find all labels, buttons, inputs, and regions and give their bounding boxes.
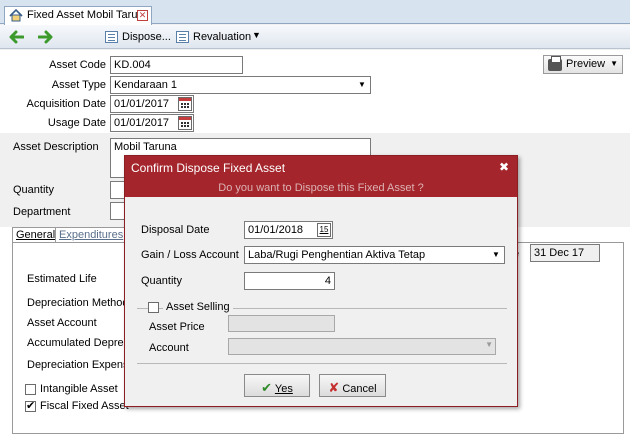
asset-type-label: Asset Type bbox=[51, 79, 106, 91]
dispose-label: Dispose... bbox=[122, 31, 171, 43]
chevron-down-icon[interactable]: ▼ bbox=[610, 59, 618, 68]
cancel-button[interactable]: ✘ Cancel bbox=[319, 374, 386, 397]
fiscal-fixed-asset-label: Fiscal Fixed Asset bbox=[40, 400, 129, 412]
tab-general[interactable]: General bbox=[12, 227, 60, 243]
quantity-input[interactable]: 4 bbox=[244, 272, 335, 290]
preview-label: Preview bbox=[566, 58, 606, 70]
dialog-subtitle: Do you want to Dispose this Fixed Asset … bbox=[125, 181, 517, 197]
account-select[interactable]: ▼ bbox=[228, 338, 496, 355]
asset-code-label: Asset Code bbox=[49, 59, 106, 71]
calendar-icon[interactable]: 15 bbox=[317, 223, 331, 237]
chevron-down-icon[interactable]: ▼ bbox=[354, 77, 370, 93]
forward-arrow-icon[interactable] bbox=[38, 30, 54, 44]
confirm-dispose-dialog: Confirm Dispose Fixed Asset ✖ Do you wan… bbox=[124, 155, 518, 407]
date-value-field[interactable]: 31 Dec 17 bbox=[530, 244, 600, 262]
asset-code-input[interactable]: KD.004 bbox=[110, 56, 243, 74]
preview-button[interactable]: Preview ▼ bbox=[543, 55, 623, 74]
dispose-button[interactable]: Dispose... bbox=[103, 29, 171, 45]
usage-date-input[interactable]: 01/01/2017 bbox=[110, 114, 194, 132]
home-icon bbox=[9, 9, 23, 22]
revaluation-button[interactable]: Revaluation bbox=[174, 29, 251, 45]
gain-loss-account-select[interactable]: Laba/Rugi Penghentian Aktiva Tetap ▼ bbox=[244, 246, 505, 264]
intangible-asset-label: Intangible Asset bbox=[40, 383, 118, 395]
disposal-date-label: Disposal Date bbox=[141, 224, 210, 236]
disposal-date-input[interactable]: 01/01/2018 15 bbox=[244, 221, 333, 239]
quantity-label: Quantity bbox=[141, 275, 182, 287]
list-icon bbox=[176, 31, 189, 43]
back-arrow-icon[interactable] bbox=[8, 30, 24, 44]
dialog-separator bbox=[137, 363, 507, 364]
acquisition-date-input[interactable]: 01/01/2017 bbox=[110, 95, 194, 113]
acquisition-date-label: Acquisition Date bbox=[26, 98, 107, 110]
quantity-label: Quantity bbox=[13, 184, 54, 196]
dialog-body: Disposal Date 01/01/2018 15 Gain / Loss … bbox=[125, 197, 517, 406]
asset-price-label: Asset Price bbox=[149, 321, 205, 333]
toolbar: Dispose... Revaluation ▼ bbox=[0, 25, 630, 49]
fiscal-fixed-asset-checkbox[interactable] bbox=[25, 399, 36, 412]
intangible-asset-checkbox[interactable] bbox=[25, 384, 36, 395]
close-tab-icon[interactable]: ✕ bbox=[137, 10, 148, 21]
dialog-title-bar: Confirm Dispose Fixed Asset bbox=[125, 156, 517, 181]
checkmark-icon: ✔ bbox=[261, 380, 273, 395]
tab-fixed-asset[interactable]: Fixed Asset Mobil Taru... ✕ bbox=[4, 6, 152, 25]
depreciation-method-label: Depreciation Method bbox=[27, 297, 129, 309]
asset-description-label: Asset Description bbox=[13, 141, 99, 153]
dialog-title: Confirm Dispose Fixed Asset bbox=[131, 161, 286, 175]
usage-date-label: Usage Date bbox=[47, 117, 106, 129]
printer-icon bbox=[548, 56, 562, 71]
gain-loss-account-label: Gain / Loss Account bbox=[141, 249, 239, 261]
yes-label: Yes bbox=[274, 383, 293, 395]
chevron-down-icon[interactable]: ▼ bbox=[488, 247, 504, 263]
revaluation-label: Revaluation bbox=[193, 31, 252, 43]
asset-selling-checkbox[interactable] bbox=[148, 302, 159, 313]
tab-expenditures[interactable]: Expenditures bbox=[55, 227, 128, 243]
cancel-label: Cancel bbox=[342, 383, 377, 395]
account-label: Account bbox=[149, 342, 189, 354]
yes-button[interactable]: ✔ Yes bbox=[244, 374, 310, 397]
document-tab-strip: Fixed Asset Mobil Taru... ✕ bbox=[0, 0, 630, 25]
list-icon bbox=[105, 31, 118, 43]
close-icon[interactable]: ✖ bbox=[499, 160, 509, 174]
chevron-down-icon: ▼ bbox=[485, 340, 493, 349]
department-label: Department bbox=[13, 206, 71, 218]
asset-selling-label: Asset Selling bbox=[163, 301, 233, 313]
asset-account-label: Asset Account bbox=[27, 317, 97, 329]
estimated-life-label: Estimated Life bbox=[27, 273, 97, 285]
asset-price-input[interactable] bbox=[228, 315, 335, 332]
chevron-down-icon[interactable]: ▼ bbox=[252, 30, 261, 40]
calendar-icon[interactable] bbox=[178, 116, 192, 130]
asset-type-select[interactable]: Kendaraan 1 ▼ bbox=[110, 76, 371, 94]
cancel-x-icon: ✘ bbox=[328, 380, 340, 395]
calendar-icon[interactable] bbox=[178, 97, 192, 111]
tab-title: Fixed Asset Mobil Taru... bbox=[27, 9, 147, 21]
